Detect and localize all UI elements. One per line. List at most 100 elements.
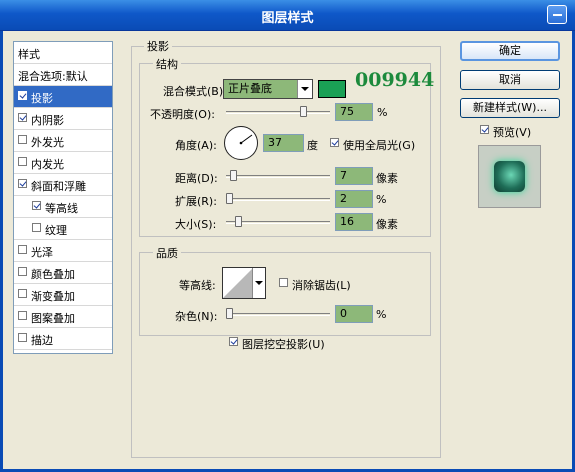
style-item-label: 内发光: [31, 158, 64, 171]
blend-mode-value: 正片叠底: [228, 82, 272, 95]
shadow-color-swatch[interactable]: [318, 80, 346, 98]
opacity-slider-thumb[interactable]: [300, 106, 307, 117]
size-slider[interactable]: [226, 216, 330, 228]
noise-label: 杂色(N):: [175, 310, 218, 323]
style-item[interactable]: 光泽: [14, 240, 112, 262]
style-item[interactable]: 内发光: [14, 152, 112, 174]
style-item[interactable]: 外发光: [14, 130, 112, 152]
style-item[interactable]: 渐变叠加: [14, 284, 112, 306]
size-unit: 像素: [376, 218, 398, 231]
style-item[interactable]: 描边: [14, 328, 112, 350]
preview-swatch: [494, 161, 525, 192]
style-item[interactable]: 混合选项:默认: [14, 64, 112, 86]
cancel-button[interactable]: 取消: [460, 70, 560, 90]
style-item[interactable]: 斜面和浮雕: [14, 174, 112, 196]
style-item[interactable]: 等高线: [14, 196, 112, 218]
quality-title: 品质: [153, 245, 181, 261]
style-item-label: 投影: [31, 92, 53, 105]
distance-slider-thumb[interactable]: [230, 170, 237, 181]
structure-title: 结构: [153, 56, 181, 72]
angle-label: 角度(A):: [175, 139, 217, 152]
global-light-label[interactable]: 使用全局光(G): [343, 137, 415, 153]
style-item-checkbox[interactable]: [18, 135, 27, 144]
style-item[interactable]: 颜色叠加: [14, 262, 112, 284]
contour-picker[interactable]: [222, 267, 266, 299]
minimize-icon: [553, 14, 562, 16]
chevron-down-icon: [297, 80, 312, 98]
style-item-label: 内阴影: [31, 114, 64, 127]
antialias-label[interactable]: 消除锯齿(L): [292, 277, 351, 293]
style-item[interactable]: 投影: [14, 86, 112, 108]
minimize-button[interactable]: [547, 5, 567, 24]
antialias-checkbox[interactable]: [279, 278, 288, 287]
style-item-label: 颜色叠加: [31, 268, 75, 281]
opacity-unit: %: [377, 106, 388, 119]
noise-unit: %: [376, 308, 387, 321]
size-input[interactable]: 16: [335, 213, 373, 231]
size-slider-thumb[interactable]: [235, 216, 242, 227]
drop-shadow-title: 投影: [144, 38, 172, 54]
noise-input[interactable]: 0: [335, 305, 373, 323]
contour-label: 等高线:: [179, 279, 216, 292]
opacity-input[interactable]: 75: [335, 103, 373, 121]
window-title: 图层样式: [261, 11, 314, 26]
opacity-slider[interactable]: [226, 106, 330, 118]
contour-curve-icon: [223, 268, 253, 298]
ok-button[interactable]: 确定: [460, 41, 560, 61]
style-item-label: 斜面和浮雕: [31, 180, 86, 193]
style-item-label: 渐变叠加: [31, 290, 75, 303]
styles-list-header[interactable]: 样式: [14, 42, 112, 64]
spread-unit: %: [376, 193, 387, 206]
style-item-label: 图案叠加: [31, 312, 75, 325]
style-item-checkbox[interactable]: [32, 223, 41, 232]
spread-label: 扩展(R):: [175, 195, 217, 208]
style-item-checkbox[interactable]: [18, 91, 27, 100]
style-item-label: 外发光: [31, 136, 64, 149]
noise-slider-thumb[interactable]: [226, 308, 233, 319]
spread-slider[interactable]: [226, 193, 330, 205]
opacity-label: 不透明度(O):: [150, 108, 215, 121]
style-item-checkbox[interactable]: [18, 157, 27, 166]
chevron-down-icon: [252, 268, 265, 298]
distance-unit: 像素: [376, 172, 398, 185]
style-item[interactable]: 纹理: [14, 218, 112, 240]
new-style-button[interactable]: 新建样式(W)...: [460, 98, 560, 118]
style-item[interactable]: 内阴影: [14, 108, 112, 130]
style-item-checkbox[interactable]: [18, 333, 27, 342]
blend-mode-label: 混合模式(B):: [163, 85, 227, 98]
title-bar: 图层样式: [0, 0, 575, 31]
angle-dial[interactable]: [224, 126, 258, 160]
angle-unit: 度: [307, 139, 318, 152]
distance-slider[interactable]: [226, 170, 330, 182]
watermark-text: 009944: [355, 69, 435, 91]
style-item-checkbox[interactable]: [18, 267, 27, 276]
style-item-label: 描边: [31, 334, 53, 347]
style-item-checkbox[interactable]: [32, 201, 41, 210]
style-item-checkbox[interactable]: [18, 179, 27, 188]
angle-needle-icon: [239, 134, 253, 145]
global-light-checkbox[interactable]: [330, 138, 339, 147]
style-item-label: 纹理: [45, 224, 67, 237]
knockout-checkbox[interactable]: [229, 337, 238, 346]
preview-checkbox[interactable]: [480, 125, 489, 134]
size-label: 大小(S):: [175, 218, 217, 231]
styles-header-label: 样式: [18, 48, 40, 61]
noise-slider[interactable]: [226, 308, 330, 320]
preview-label[interactable]: 预览(V): [493, 124, 531, 140]
style-item-checkbox[interactable]: [18, 245, 27, 254]
distance-label: 距离(D):: [175, 172, 218, 185]
angle-input[interactable]: 37: [263, 134, 304, 152]
style-item-checkbox[interactable]: [18, 113, 27, 122]
style-item[interactable]: 图案叠加: [14, 306, 112, 328]
distance-input[interactable]: 7: [335, 167, 373, 185]
style-item-label: 等高线: [45, 202, 78, 215]
spread-input[interactable]: 2: [335, 190, 373, 208]
style-item-checkbox[interactable]: [18, 311, 27, 320]
styles-list: 样式 混合选项:默认投影内阴影外发光内发光斜面和浮雕等高线纹理光泽颜色叠加渐变叠…: [13, 41, 113, 354]
style-item-label: 混合选项:默认: [18, 70, 88, 83]
blend-mode-select[interactable]: 正片叠底: [223, 79, 313, 99]
spread-slider-thumb[interactable]: [226, 193, 233, 204]
knockout-label[interactable]: 图层挖空投影(U): [242, 336, 325, 352]
style-item-checkbox[interactable]: [18, 289, 27, 298]
style-preview-thumbnail: [478, 145, 541, 208]
